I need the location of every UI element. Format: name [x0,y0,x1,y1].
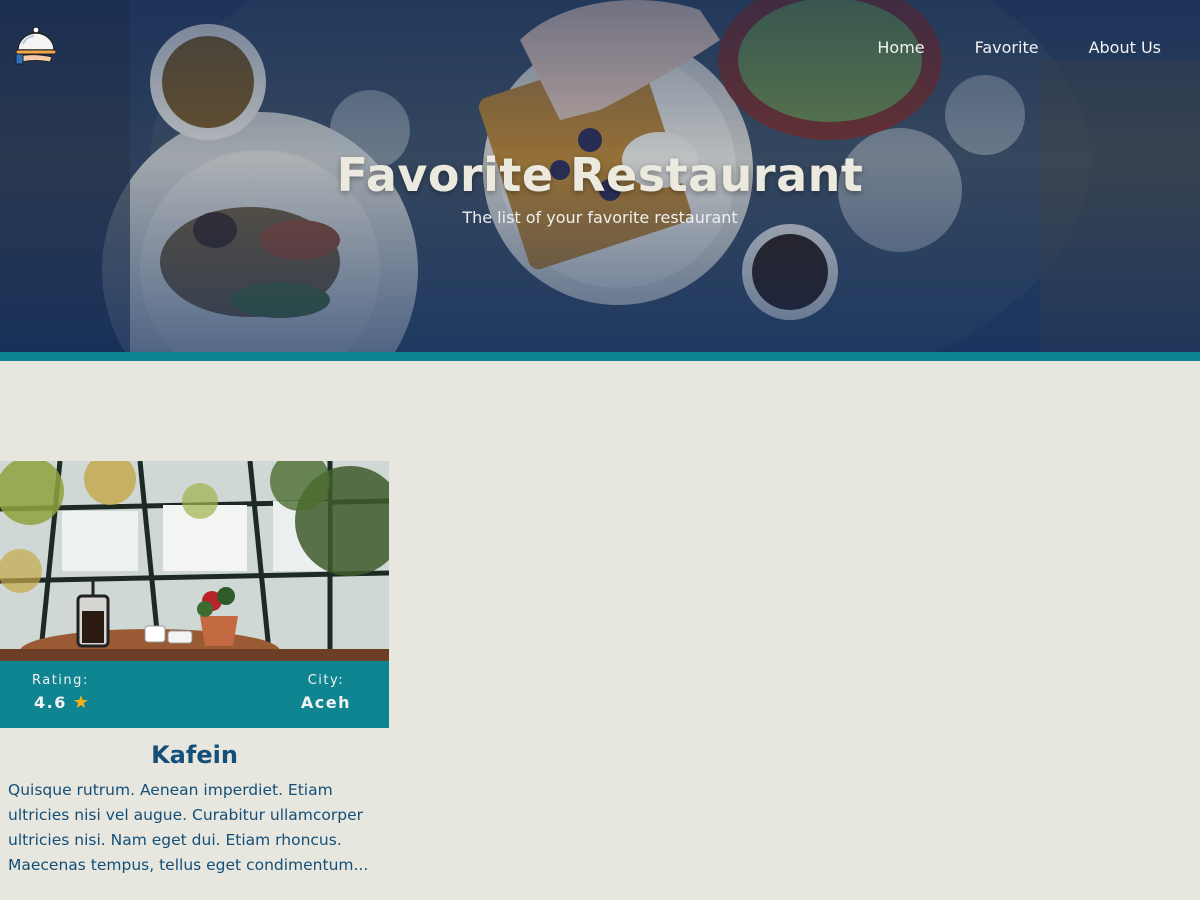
hero-accent-strip [0,352,1200,361]
nav-about-us-link[interactable]: About Us [1089,38,1161,58]
logo[interactable] [14,24,58,66]
page-title: Favorite Restaurant [336,148,864,202]
star-icon: ★ [72,692,91,713]
rating-label: Rating: [32,673,89,688]
restaurant-image[interactable] [0,461,389,661]
rating-block: Rating: 4.6 ★ [32,673,90,714]
restaurant-photo [0,461,389,661]
restaurant-card[interactable]: Rating: 4.6 ★ City: Aceh Kafein Quisque … [0,461,389,878]
hero-banner: Home Favorite About Us Favorite Restaura… [0,0,1200,352]
main-nav: Home Favorite About Us [827,38,1161,58]
city-block: City: Aceh [301,673,351,714]
serving-cloche-icon [15,26,57,65]
city-label: City: [307,673,345,688]
nav-home-link[interactable]: Home [877,38,924,58]
restaurant-meta: Rating: 4.6 ★ City: Aceh [0,661,389,728]
rating-value: 4.6 [34,693,67,712]
restaurant-description: Quisque rutrum. Aenean imperdiet. Etiam … [8,781,369,874]
page-subtitle: The list of your favorite restaurant [462,208,738,227]
rating-value-row: 4.6 ★ [34,692,90,714]
nav-favorite-link[interactable]: Favorite [975,38,1039,58]
restaurant-name-link[interactable]: Kafein [0,728,389,770]
city-value: Aceh [300,693,351,712]
